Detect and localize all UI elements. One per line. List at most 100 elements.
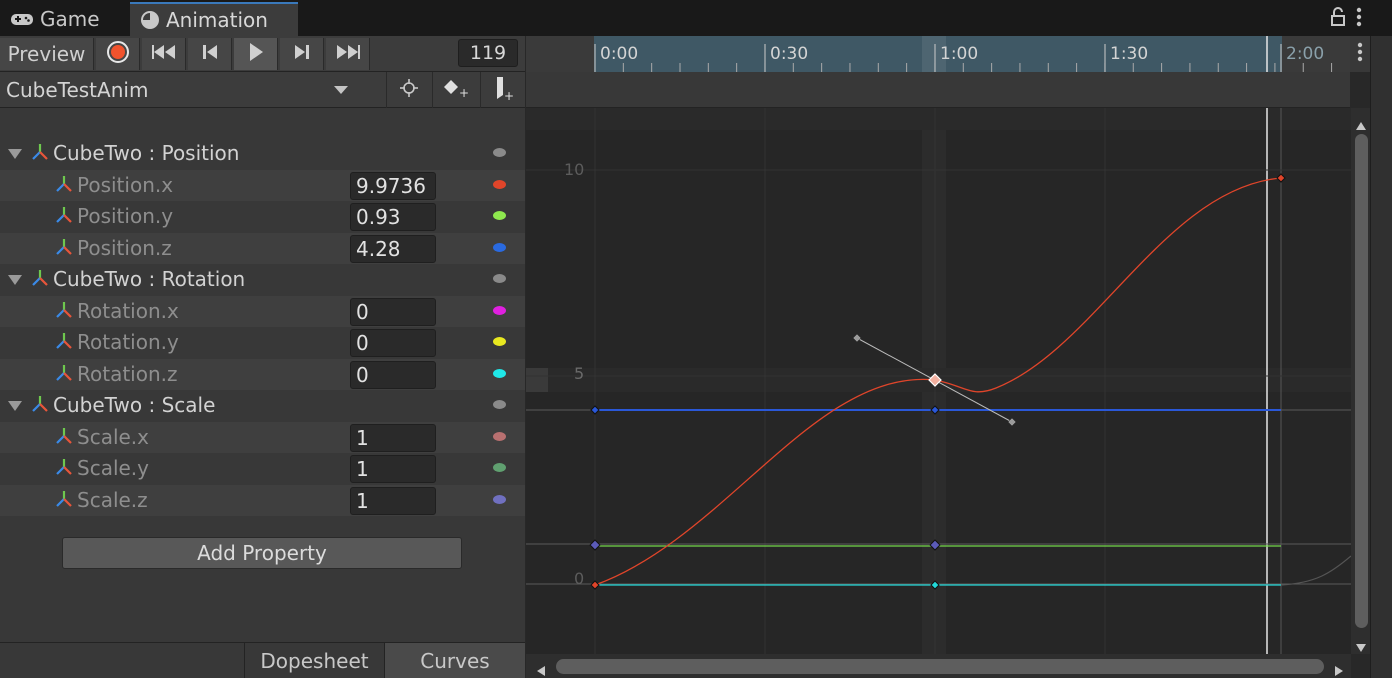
first-keyframe-button[interactable]	[142, 38, 186, 70]
transform-axis-icon	[54, 489, 74, 514]
arrow-down-icon[interactable]	[1355, 636, 1367, 658]
property-label: Position.y	[77, 204, 174, 228]
property-label: Rotation.x	[77, 298, 179, 323]
transform-axis-icon	[54, 457, 74, 482]
property-row[interactable]: Scale.x 1	[0, 421, 525, 453]
view-mode-tabs: Dopesheet Curves	[0, 642, 525, 678]
curve-color-swatch[interactable]	[493, 400, 506, 409]
property-value-field[interactable]: 4.28	[350, 234, 436, 263]
timeline-menu-button[interactable]	[1350, 36, 1370, 72]
curve-color-swatch[interactable]	[493, 431, 506, 441]
property-value-field[interactable]: 1	[350, 455, 436, 483]
property-row[interactable]: Position.x 9.9736	[0, 169, 525, 201]
add-keyframe-icon: +	[442, 78, 469, 103]
expand-triangle-icon[interactable]	[8, 149, 22, 159]
curve-color-swatch[interactable]	[493, 274, 506, 283]
timeline-ruler[interactable]: 0:00 0:30 1:00 1:30 2:00	[526, 36, 1350, 72]
property-value-field[interactable]: 0.93	[350, 203, 436, 231]
property-label: CubeTwo : Scale	[53, 393, 216, 417]
last-keyframe-button[interactable]	[326, 38, 370, 70]
property-value-field[interactable]: 1	[350, 423, 436, 452]
curve-color-swatch[interactable]	[493, 211, 506, 220]
property-row[interactable]: Scale.z 1	[0, 484, 525, 516]
ruler-ticks: 0:00 0:30 1:00 1:30 2:00	[594, 36, 1333, 72]
curve-color-swatch[interactable]	[493, 305, 506, 315]
add-keyframe-button[interactable]: +	[432, 72, 476, 108]
property-value-field[interactable]: 0	[350, 329, 436, 357]
property-value-field[interactable]: 0	[350, 297, 436, 326]
skip-to-end-icon	[334, 43, 362, 66]
tab-curves[interactable]: Curves	[384, 643, 525, 678]
arrow-up-icon[interactable]	[1355, 114, 1367, 136]
arrow-right-icon[interactable]	[1334, 660, 1344, 678]
curve-color-swatch[interactable]	[493, 494, 506, 504]
tab-game[interactable]: Game	[0, 2, 128, 36]
property-row[interactable]: Rotation.x 0	[0, 295, 525, 327]
curve-color-swatch[interactable]	[493, 368, 506, 378]
current-frame-field[interactable]: 119	[458, 39, 518, 67]
arrow-left-icon[interactable]	[536, 660, 546, 678]
curve-color-swatch[interactable]	[493, 148, 506, 157]
kebab-menu-icon[interactable]	[1356, 6, 1362, 33]
property-group-row[interactable]: CubeTwo : Scale	[0, 390, 525, 421]
property-label: CubeTwo : Rotation	[53, 267, 246, 291]
expand-triangle-icon[interactable]	[8, 275, 22, 285]
horizontal-scrollbar[interactable]	[526, 654, 1351, 678]
step-back-icon	[200, 43, 220, 66]
expand-triangle-icon[interactable]	[8, 401, 22, 411]
lock-icon[interactable]	[1330, 6, 1346, 33]
y-axis-label-5: 5	[574, 364, 585, 383]
playback-toolbar: Preview 119	[0, 36, 525, 72]
tab-animation[interactable]: Animation	[130, 2, 298, 36]
clip-bar: CubeTestAnim + +	[0, 72, 525, 108]
tab-animation-label: Animation	[166, 8, 268, 32]
property-group-row[interactable]: CubeTwo : Position	[0, 138, 525, 169]
ruler-tick-label: 2:00	[1286, 44, 1324, 64]
next-keyframe-button[interactable]	[280, 38, 324, 70]
record-button[interactable]	[96, 38, 140, 70]
property-row[interactable]: Rotation.y 0	[0, 327, 525, 358]
property-group-row[interactable]: CubeTwo : Rotation	[0, 264, 525, 295]
add-property-button[interactable]: Add Property	[62, 537, 462, 569]
ruler-tick-label: 1:30	[1110, 44, 1148, 64]
property-value-field[interactable]: 9.9736	[350, 171, 436, 200]
curve-color-swatch[interactable]	[493, 179, 506, 189]
clip-dropdown[interactable]: CubeTestAnim	[0, 72, 358, 108]
vertical-scrollbar[interactable]	[1351, 108, 1370, 654]
tab-dopesheet[interactable]: Dopesheet	[244, 643, 384, 678]
horizontal-scroll-thumb[interactable]	[556, 659, 1324, 674]
clip-name: CubeTestAnim	[6, 78, 149, 102]
property-label: Scale.x	[77, 424, 150, 449]
property-value-field[interactable]: 1	[350, 486, 436, 515]
transform-axis-icon	[54, 363, 74, 388]
previous-keyframe-button[interactable]	[188, 38, 232, 70]
transform-axis-icon	[54, 426, 74, 451]
property-label: Position.x	[77, 172, 174, 197]
preview-button[interactable]: Preview	[0, 38, 94, 70]
y-axis-label-0: 0	[574, 569, 585, 588]
property-row[interactable]: Scale.y 1	[0, 453, 525, 484]
event-strip[interactable]	[526, 72, 1350, 108]
right-gutter	[1370, 36, 1392, 678]
transform-axis-icon	[54, 237, 74, 262]
frame-selected-button[interactable]	[386, 72, 430, 108]
add-event-icon: +	[491, 75, 515, 106]
animation-property-panel: Preview 119 CubeTestAnim + + CubeTwo: P…	[0, 36, 525, 678]
skip-to-start-icon	[150, 43, 178, 66]
play-button[interactable]	[234, 38, 278, 70]
transform-axis-icon	[30, 268, 50, 293]
property-label: CubeTwo : Position	[53, 141, 240, 165]
vertical-scroll-thumb[interactable]	[1355, 134, 1368, 628]
curve-color-swatch[interactable]	[493, 337, 506, 346]
curve-color-swatch[interactable]	[493, 242, 506, 252]
ruler-tick-label: 0:30	[770, 44, 808, 64]
property-row[interactable]: Position.y 0.93	[0, 201, 525, 232]
property-row[interactable]: Position.z 4.28	[0, 232, 525, 264]
curve-color-swatch[interactable]	[493, 463, 506, 472]
add-event-button[interactable]: +	[480, 72, 524, 108]
y-axis-label-10: 10	[564, 160, 585, 179]
property-row[interactable]: Rotation.z 0	[0, 358, 525, 390]
property-value-field[interactable]: 0	[350, 360, 436, 389]
transform-axis-icon	[54, 331, 74, 356]
curve-editor[interactable]: 10 5 0	[526, 108, 1351, 654]
